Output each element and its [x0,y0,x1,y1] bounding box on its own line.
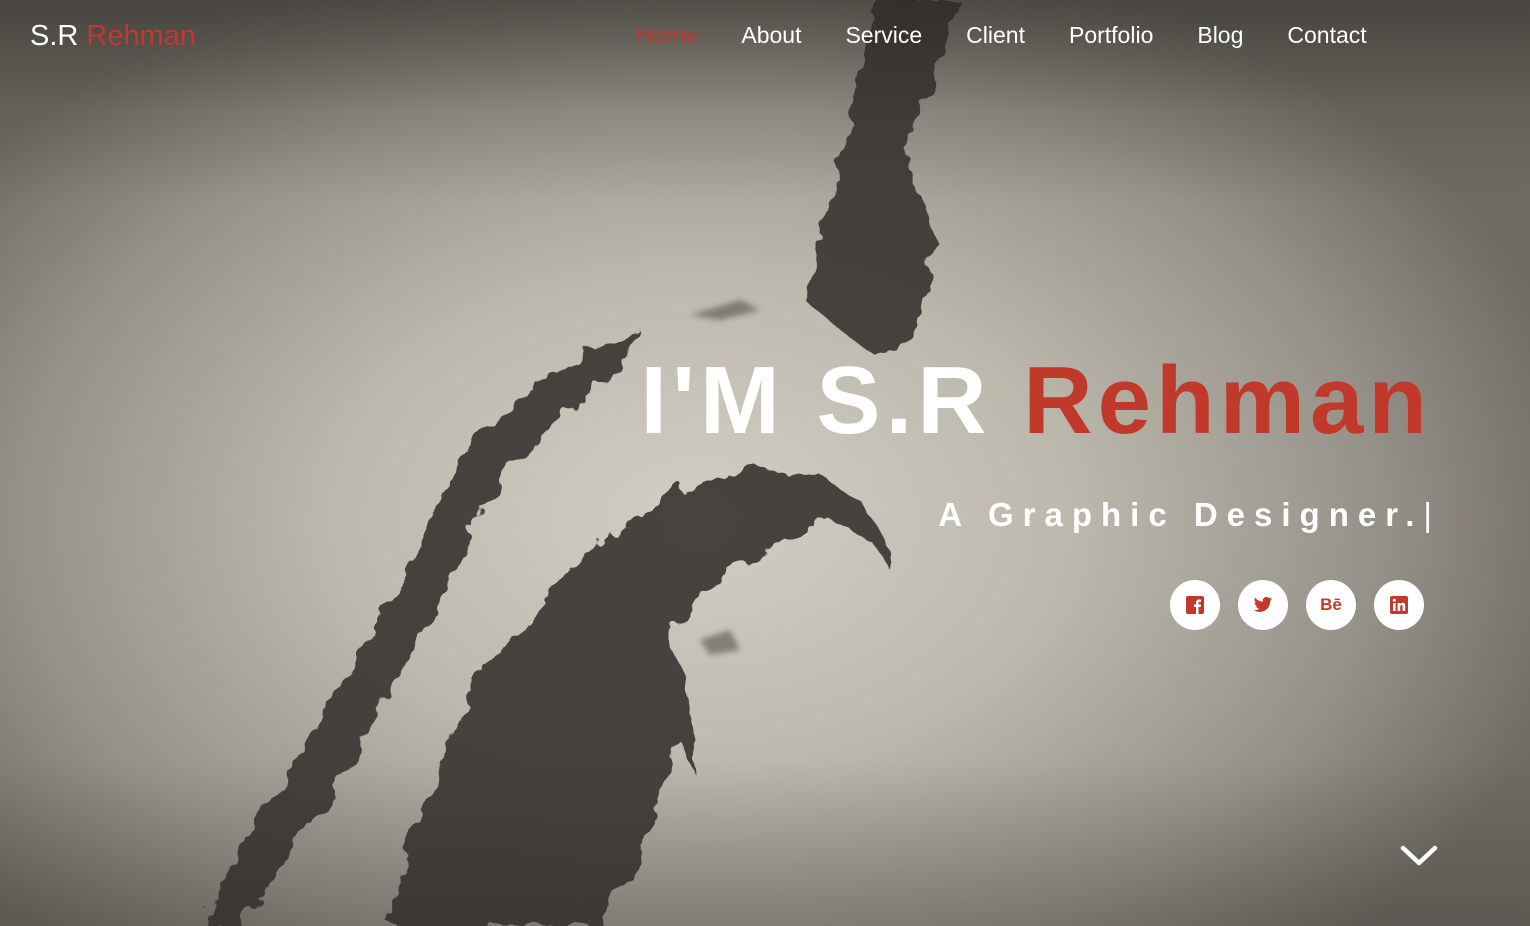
nav-item-about[interactable]: About [741,22,801,48]
social-links: Bē [1152,580,1424,630]
brand-accent: Rehman [86,20,197,52]
nav-item-portfolio[interactable]: Portfolio [1069,22,1153,48]
facebook-icon [1186,596,1204,614]
twitter-icon [1253,597,1273,612]
background-ink-artwork [200,0,960,926]
subtitle-text: A Graphic Designer. [938,496,1424,533]
nav-item-client[interactable]: Client [966,22,1025,48]
facebook-button[interactable] [1170,580,1220,630]
twitter-button[interactable] [1238,580,1288,630]
nav-item-service[interactable]: Service [845,22,922,48]
hero-headline: I'M S.R Rehman [640,346,1432,456]
main-nav: Home About Service Client Portfolio Blog… [636,22,1411,49]
linkedin-button[interactable] [1374,580,1424,630]
top-navigation-bar: S.R Rehman Home About Service Client Por… [0,0,1530,74]
headline-prefix: I'M S.R [640,347,1024,454]
brand-first: S.R [30,20,87,52]
scroll-down-button[interactable] [1399,842,1439,870]
behance-button[interactable]: Bē [1306,580,1356,630]
behance-icon: Bē [1320,595,1342,614]
typing-cursor: | [1423,496,1432,533]
linkedin-icon [1390,596,1408,614]
hero-section: S.R Rehman Home About Service Client Por… [0,0,1530,926]
nav-item-home[interactable]: Home [636,22,697,48]
headline-accent: Rehman [1023,347,1432,454]
chevron-down-icon [1400,845,1438,866]
nav-item-blog[interactable]: Blog [1197,22,1243,48]
nav-item-contact[interactable]: Contact [1287,22,1366,48]
hero-subtitle: A Graphic Designer.| [938,496,1432,534]
brand-logo[interactable]: S.R Rehman [30,20,196,53]
